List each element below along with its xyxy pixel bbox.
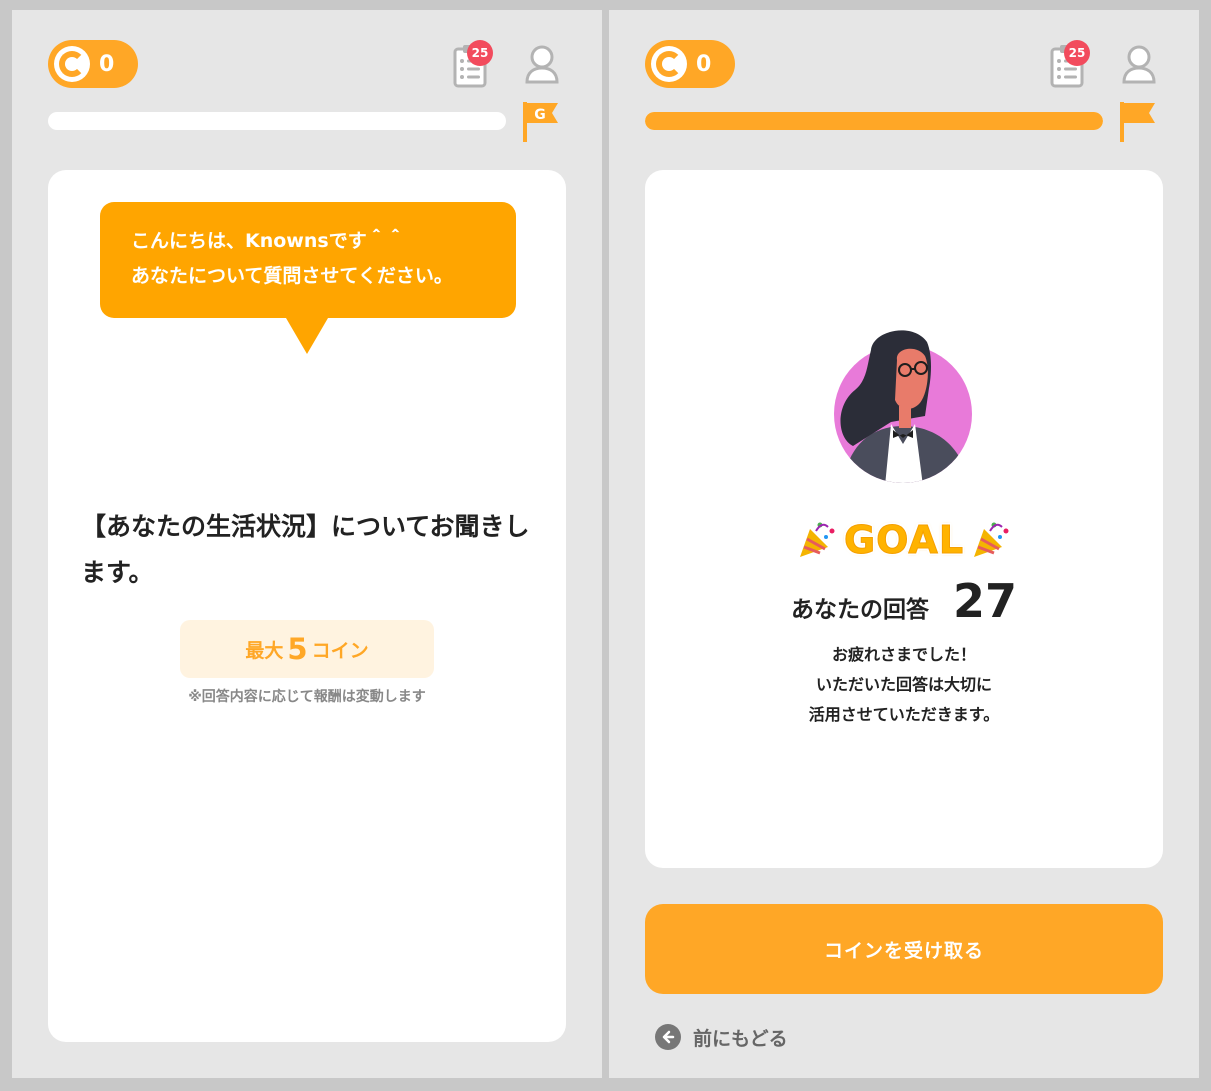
- coin-balance[interactable]: 0: [645, 40, 735, 88]
- thanks-line-3: 活用させていただきます。: [808, 705, 1000, 724]
- back-link-label: 前にもどる: [693, 1027, 788, 1050]
- thanks-message: お疲れさまでした！ いただいた回答は大切に 活用させていただきます。: [645, 640, 1163, 730]
- receive-coins-button[interactable]: コインを受け取る: [645, 904, 1163, 994]
- progress-fill: [645, 112, 1103, 130]
- party-popper-icon: [974, 522, 1009, 557]
- progress-bar: [645, 112, 1103, 130]
- coin-icon: [54, 46, 90, 82]
- user-icon[interactable]: [524, 44, 560, 84]
- back-link[interactable]: 前にもどる: [655, 1022, 788, 1052]
- user-icon[interactable]: [1121, 44, 1157, 84]
- reward-prefix: 最大: [245, 639, 284, 662]
- answer-summary: あなたの回答 27: [645, 574, 1163, 628]
- respondent-avatar: [834, 330, 972, 483]
- survey-intro-screen: 0 25 G こんにちは、Knownsです＾＾ あなたについて質問させてください…: [12, 10, 602, 1078]
- reward-badge: 最大 5 コイン: [180, 620, 434, 678]
- progress-bar: [48, 112, 506, 130]
- goal-banner: GOAL: [645, 518, 1163, 563]
- coin-icon: [651, 46, 687, 82]
- bubble-tail: [286, 318, 328, 354]
- survey-complete-screen: 0 25 GOAL あなたの回答 27 お疲れさまでした！ いただいた回答は大切…: [609, 10, 1199, 1078]
- reward-note: ※回答内容に応じて報酬は変動します: [188, 689, 426, 705]
- notification-badge: 25: [1064, 40, 1090, 66]
- question-card: こんにちは、Knownsです＾＾ あなたについて質問させてください。 【あなたの…: [48, 170, 566, 1042]
- thanks-line-1: お疲れさまでした！: [831, 645, 976, 664]
- coin-count: 0: [99, 51, 115, 77]
- greeting-line-2: あなたについて質問させてください。: [131, 265, 453, 287]
- arrow-left-icon: [655, 1024, 681, 1050]
- flag-icon: [1120, 102, 1155, 142]
- answer-count: 27: [952, 574, 1017, 628]
- reward-suffix: コイン: [311, 639, 369, 662]
- question-title: 【あなたの生活状況】についてお聞きします。: [81, 512, 530, 587]
- party-popper-icon: [799, 522, 835, 557]
- coin-count: 0: [696, 51, 712, 77]
- notification-badge: 25: [467, 40, 493, 66]
- result-card: GOAL あなたの回答 27 お疲れさまでした！ いただいた回答は大切に 活用さ…: [645, 170, 1163, 868]
- coin-balance[interactable]: 0: [48, 40, 138, 88]
- reward-amount: 5: [287, 632, 308, 666]
- answer-label: あなたの回答: [790, 597, 929, 623]
- thanks-line-2: いただいた回答は大切に: [815, 675, 992, 694]
- goal-text: GOAL: [843, 518, 965, 563]
- greeting-line-1: こんにちは、Knownsです＾＾: [131, 230, 405, 252]
- goal-flag-icon: G: [523, 102, 558, 142]
- greeting-bubble: こんにちは、Knownsです＾＾ あなたについて質問させてください。: [100, 202, 516, 318]
- svg-text:G: G: [534, 107, 546, 123]
